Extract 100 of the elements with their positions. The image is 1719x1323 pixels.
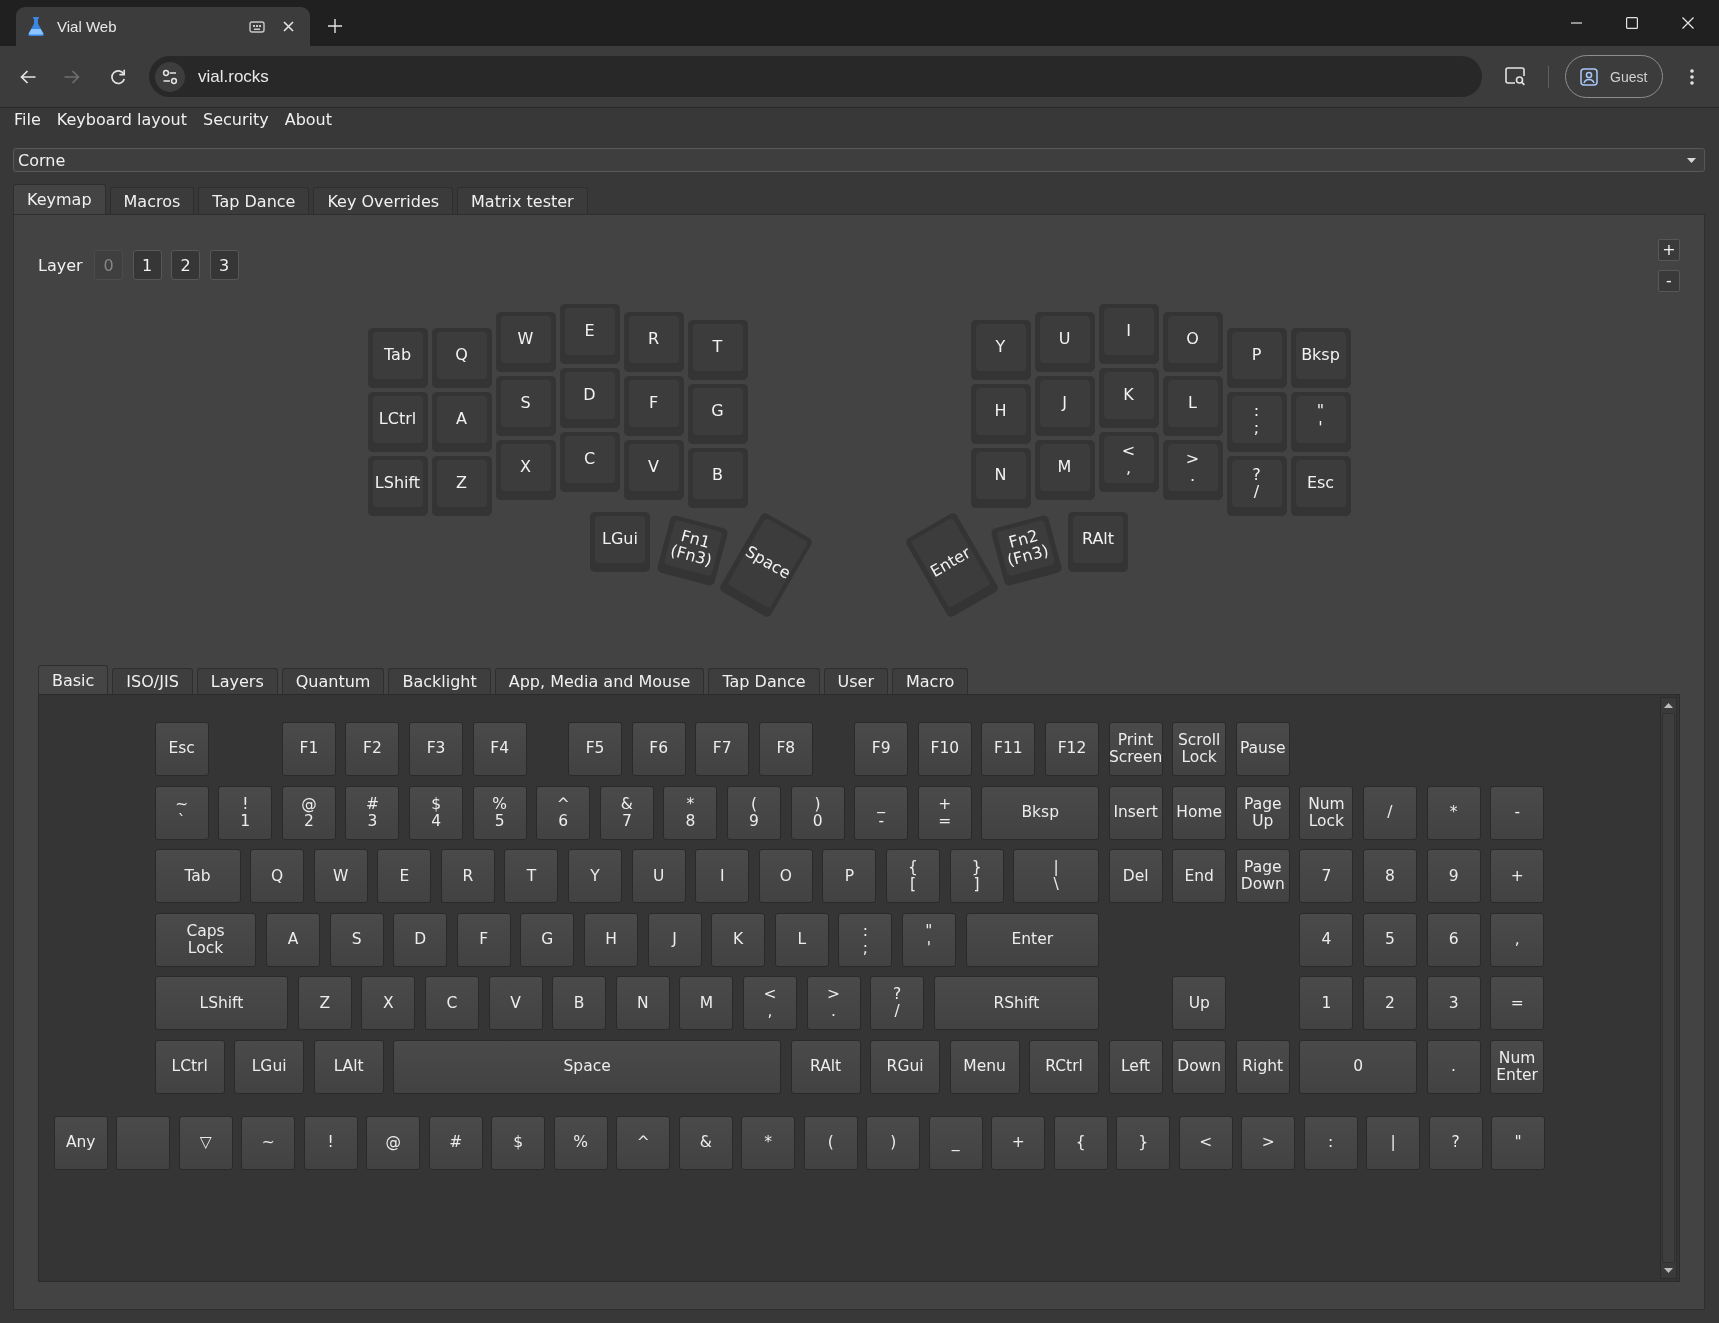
keycode-key[interactable]: B (552, 976, 607, 1031)
layout-key[interactable]: I (1098, 304, 1159, 364)
tab[interactable]: Matrix tester (457, 187, 588, 214)
keycode-key[interactable]: @ (366, 1115, 421, 1170)
layout-key[interactable]: C (559, 432, 620, 492)
layout-key[interactable]: U (1034, 312, 1095, 372)
keycode-key[interactable]: Scroll Lock (1172, 722, 1227, 776)
layout-key[interactable]: LGui (590, 511, 650, 572)
keycode-key[interactable]: , (1490, 912, 1545, 967)
keycode-key[interactable]: F6 (631, 722, 686, 776)
new-tab-icon[interactable] (328, 19, 342, 33)
layout-key[interactable]: " ' (1290, 392, 1351, 452)
scrollbar[interactable] (1660, 697, 1677, 1279)
layout-key[interactable]: T (687, 320, 748, 380)
keycode-key[interactable]: M (679, 976, 734, 1031)
keycode-key[interactable]: 3 (1426, 976, 1481, 1031)
layout-key[interactable]: Z (431, 456, 492, 516)
keycode-key[interactable]: Del (1108, 849, 1163, 904)
more-icon[interactable] (1690, 68, 1694, 85)
keycode-key[interactable]: ? / (870, 976, 925, 1031)
keycode-key[interactable]: Any (53, 1115, 108, 1170)
keycode-key[interactable]: U (631, 849, 686, 904)
keycode-key[interactable]: LCtrl (154, 1039, 225, 1094)
keycode-key[interactable]: F (456, 912, 511, 967)
keycode-key[interactable]: E (377, 849, 432, 904)
keycode-key[interactable]: > (1241, 1115, 1296, 1170)
keycode-key[interactable]: I (695, 849, 750, 904)
keycode-key[interactable]: | (1366, 1115, 1421, 1170)
layer-button[interactable]: 1 (132, 250, 162, 280)
keycode-key[interactable]: ? (1428, 1115, 1483, 1170)
keycode-key[interactable]: F10 (917, 722, 972, 776)
keycode-key[interactable]: @ 2 (281, 785, 336, 840)
reload-icon[interactable] (110, 68, 126, 85)
keycode-key[interactable]: J (647, 912, 702, 967)
keycode-key[interactable]: * (1426, 785, 1481, 840)
keycode-key[interactable]: * (741, 1115, 796, 1170)
keycode-key[interactable]: 2 (1363, 976, 1417, 1031)
keycode-key[interactable]: End (1172, 849, 1227, 904)
layout-key[interactable]: H (970, 384, 1031, 444)
keycode-key[interactable]: F7 (695, 722, 750, 776)
keycode-key[interactable]: : ; (838, 912, 893, 967)
keycode-key[interactable]: O (758, 849, 813, 904)
keycode-key[interactable]: Num Enter (1490, 1039, 1545, 1094)
keycode-key[interactable]: 7 (1299, 849, 1354, 904)
keycode-key[interactable]: P (822, 849, 877, 904)
keycode-key[interactable]: C (425, 976, 479, 1031)
keycode-key[interactable]: Y (568, 849, 623, 904)
layout-key[interactable]: : ; (1226, 392, 1287, 452)
keycode-key[interactable]: # 3 (345, 785, 400, 840)
layout-key[interactable]: Fn2 (Fn3) (989, 514, 1063, 587)
keycode-key[interactable]: ~ (241, 1115, 296, 1170)
keycode-key[interactable]: Q (250, 849, 305, 904)
keycode-key[interactable]: ) (866, 1115, 921, 1170)
tab[interactable]: ISO/JIS (112, 668, 193, 694)
keycode-key[interactable]: LGui (234, 1039, 305, 1094)
keycode-key[interactable]: Enter (965, 912, 1099, 967)
tab[interactable]: Tap Dance (198, 187, 310, 214)
keycode-key[interactable]: ) 0 (790, 785, 845, 840)
keycode-key[interactable]: 4 (1299, 912, 1354, 967)
layout-key[interactable]: Esc (1290, 456, 1351, 516)
layout-key[interactable]: RAlt (1068, 511, 1128, 572)
keycode-key[interactable]: & (678, 1115, 733, 1170)
keycode-key[interactable]: Insert (1108, 785, 1163, 840)
keycode-key[interactable]: / (1363, 785, 1417, 840)
keycode-key[interactable]: ! (303, 1115, 358, 1170)
sliders-icon[interactable] (155, 61, 185, 92)
keycode-key[interactable]: ( (803, 1115, 858, 1170)
keycode-key[interactable]: Print Screen (1108, 722, 1163, 776)
down-triangle-icon[interactable] (1664, 1268, 1673, 1273)
layout-key[interactable]: X (495, 440, 556, 500)
keycode-key[interactable]: V (488, 976, 543, 1031)
keycode-key[interactable]: + (991, 1115, 1046, 1170)
keycode-key[interactable]: RShift (933, 976, 1100, 1031)
keycode-key[interactable]: 6 (1426, 912, 1481, 967)
keycode-key[interactable]: { (1053, 1115, 1108, 1170)
keycode-key[interactable]: Home (1172, 785, 1227, 840)
keycode-key[interactable]: } ] (949, 849, 1004, 904)
keycode-key[interactable]: Num Lock (1299, 785, 1354, 840)
keycode-key[interactable]: LShift (154, 976, 289, 1031)
layout-key[interactable]: L (1162, 376, 1223, 436)
tab[interactable]: Basic (38, 665, 109, 694)
screen-search-icon[interactable] (1505, 67, 1525, 86)
keycode-key[interactable]: " ' (901, 912, 956, 967)
keycode-key[interactable]: > . (806, 976, 861, 1031)
keycode-key[interactable]: A (266, 912, 320, 967)
layout-key[interactable]: B (687, 448, 748, 508)
close-icon[interactable] (283, 21, 294, 32)
layout-key[interactable]: S (495, 376, 556, 436)
keycode-key[interactable]: ^ (616, 1115, 671, 1170)
keycode-key[interactable]: " (1491, 1115, 1546, 1170)
keycode-key[interactable]: Up (1172, 976, 1227, 1031)
layout-key[interactable]: A (431, 392, 492, 452)
keycode-key[interactable]: Page Up (1235, 785, 1290, 840)
layout-key[interactable]: O (1162, 312, 1223, 372)
keycode-key[interactable]: F2 (345, 722, 400, 776)
keycode-key[interactable]: & 7 (599, 785, 654, 840)
layout-key[interactable]: N (970, 448, 1031, 508)
keycode-key[interactable]: W (313, 849, 368, 904)
keycode-key[interactable]: L (774, 912, 829, 967)
keycode-key[interactable]: { [ (886, 849, 941, 904)
